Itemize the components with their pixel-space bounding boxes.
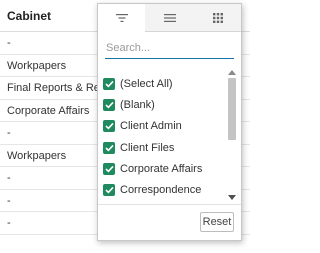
- reset-button[interactable]: Reset: [200, 212, 234, 232]
- scroll-thumb[interactable]: [228, 78, 236, 140]
- divider: [98, 204, 241, 205]
- filter-option-select-all[interactable]: (Select All): [103, 73, 223, 94]
- filter-option-label: (Blank): [120, 98, 155, 111]
- tab-filter[interactable]: [98, 4, 145, 32]
- checkbox-checked[interactable]: [103, 120, 115, 133]
- filter-option-label: Correspondence: [120, 184, 202, 197]
- filter-option-label: (Select All): [120, 77, 173, 90]
- filter-icon: [115, 13, 128, 23]
- checkbox-checked[interactable]: [103, 98, 115, 111]
- tab-columns[interactable]: [194, 4, 241, 31]
- filter-option-client-admin[interactable]: Client Admin: [103, 116, 223, 137]
- scroll-up-arrow-icon[interactable]: [228, 70, 236, 75]
- filter-option-corporate-affairs[interactable]: Corporate Affairs: [103, 158, 223, 179]
- columns-grid-icon: [212, 12, 223, 23]
- popup-tab-bar: [98, 4, 241, 32]
- filter-search-input[interactable]: [105, 39, 234, 59]
- list-scrollbar[interactable]: [226, 68, 238, 202]
- checkbox-checked[interactable]: [103, 184, 115, 197]
- checkbox-checked[interactable]: [103, 141, 115, 154]
- scroll-down-arrow-icon[interactable]: [228, 195, 236, 200]
- filter-option-correspondence[interactable]: Correspondence: [103, 179, 223, 200]
- menu-icon: [163, 13, 176, 23]
- filter-option-label: Client Files: [120, 141, 175, 154]
- column-filter-popup: (Select All) (Blank) Client Admin Client…: [97, 3, 242, 241]
- checkbox-checked[interactable]: [103, 162, 115, 175]
- filter-option-label: Client Admin: [120, 120, 182, 133]
- column-header-cabinet[interactable]: Cabinet: [7, 9, 51, 23]
- filter-option-label: Corporate Affairs: [120, 162, 203, 175]
- filter-value-list: (Select All) (Blank) Client Admin Client…: [103, 73, 223, 201]
- tab-general[interactable]: [146, 4, 193, 31]
- filter-option-client-files[interactable]: Client Files: [103, 137, 223, 158]
- checkbox-checked[interactable]: [103, 77, 115, 90]
- filter-option-blank[interactable]: (Blank): [103, 94, 223, 115]
